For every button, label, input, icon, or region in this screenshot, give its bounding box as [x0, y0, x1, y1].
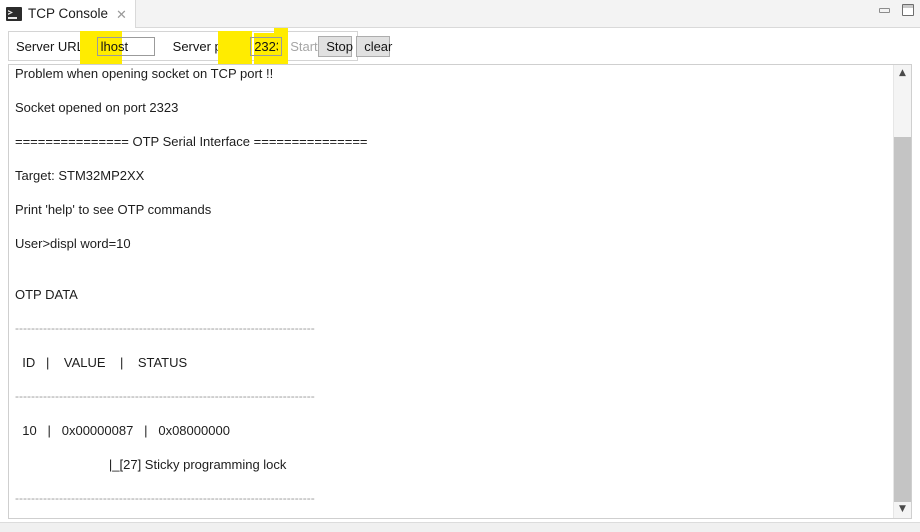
- connection-toolbar: Server URL : Server port : Start Stop cl…: [8, 31, 392, 61]
- clear-button[interactable]: clear: [356, 35, 392, 57]
- scroll-up-icon[interactable]: ▲: [894, 65, 911, 82]
- console-line: Print 'help' to see OTP commands: [15, 202, 212, 217]
- server-port-input[interactable]: [250, 36, 283, 56]
- start-button[interactable]: Start: [282, 36, 317, 57]
- console-scrollbar[interactable]: ▲ ▼: [893, 65, 911, 518]
- console-line: Problem when opening socket on TCP port …: [15, 66, 274, 81]
- highlight-start-button-tip: [274, 28, 288, 34]
- console-line: ----------------------------------------…: [15, 491, 315, 505]
- console-line: Target: STM32MP2XX: [15, 168, 145, 183]
- console-line: ----------------------------------------…: [15, 389, 315, 403]
- close-icon[interactable]: ✕: [116, 8, 127, 21]
- console-output[interactable]: Problem when opening socket on TCP port …: [9, 65, 893, 518]
- console-line: Socket opened on port 2323: [15, 100, 179, 115]
- status-strip: [0, 522, 920, 532]
- console-line: OTP DATA: [15, 287, 78, 302]
- console-line: ID | VALUE | STATUS: [15, 355, 188, 370]
- stop-button[interactable]: Stop: [318, 35, 353, 57]
- scrollbar-thumb[interactable]: [894, 137, 911, 502]
- tab-label: TCP Console: [28, 6, 109, 22]
- console-line: =============== OTP Serial Interface ===…: [15, 134, 368, 149]
- console-line: 10 | 0x00000087 | 0x08000000: [15, 423, 230, 438]
- server-url-input[interactable]: [96, 36, 155, 56]
- scroll-down-icon[interactable]: ▼: [894, 501, 911, 518]
- console-line: ----------------------------------------…: [15, 321, 315, 335]
- console-panel: Problem when opening socket on TCP port …: [8, 64, 912, 519]
- window-controls: [879, 4, 914, 16]
- application-window: TCP Console ✕ Server URL : Server port :…: [0, 0, 920, 532]
- minimize-button[interactable]: [879, 4, 891, 16]
- maximize-button[interactable]: [902, 4, 914, 16]
- tab-tcp-console[interactable]: TCP Console ✕: [0, 0, 136, 28]
- console-line: User>displ word=10: [15, 236, 131, 251]
- console-line: |_[27] Sticky programming lock: [15, 457, 287, 472]
- tab-bar: TCP Console ✕: [0, 0, 920, 28]
- console-icon: [6, 7, 22, 21]
